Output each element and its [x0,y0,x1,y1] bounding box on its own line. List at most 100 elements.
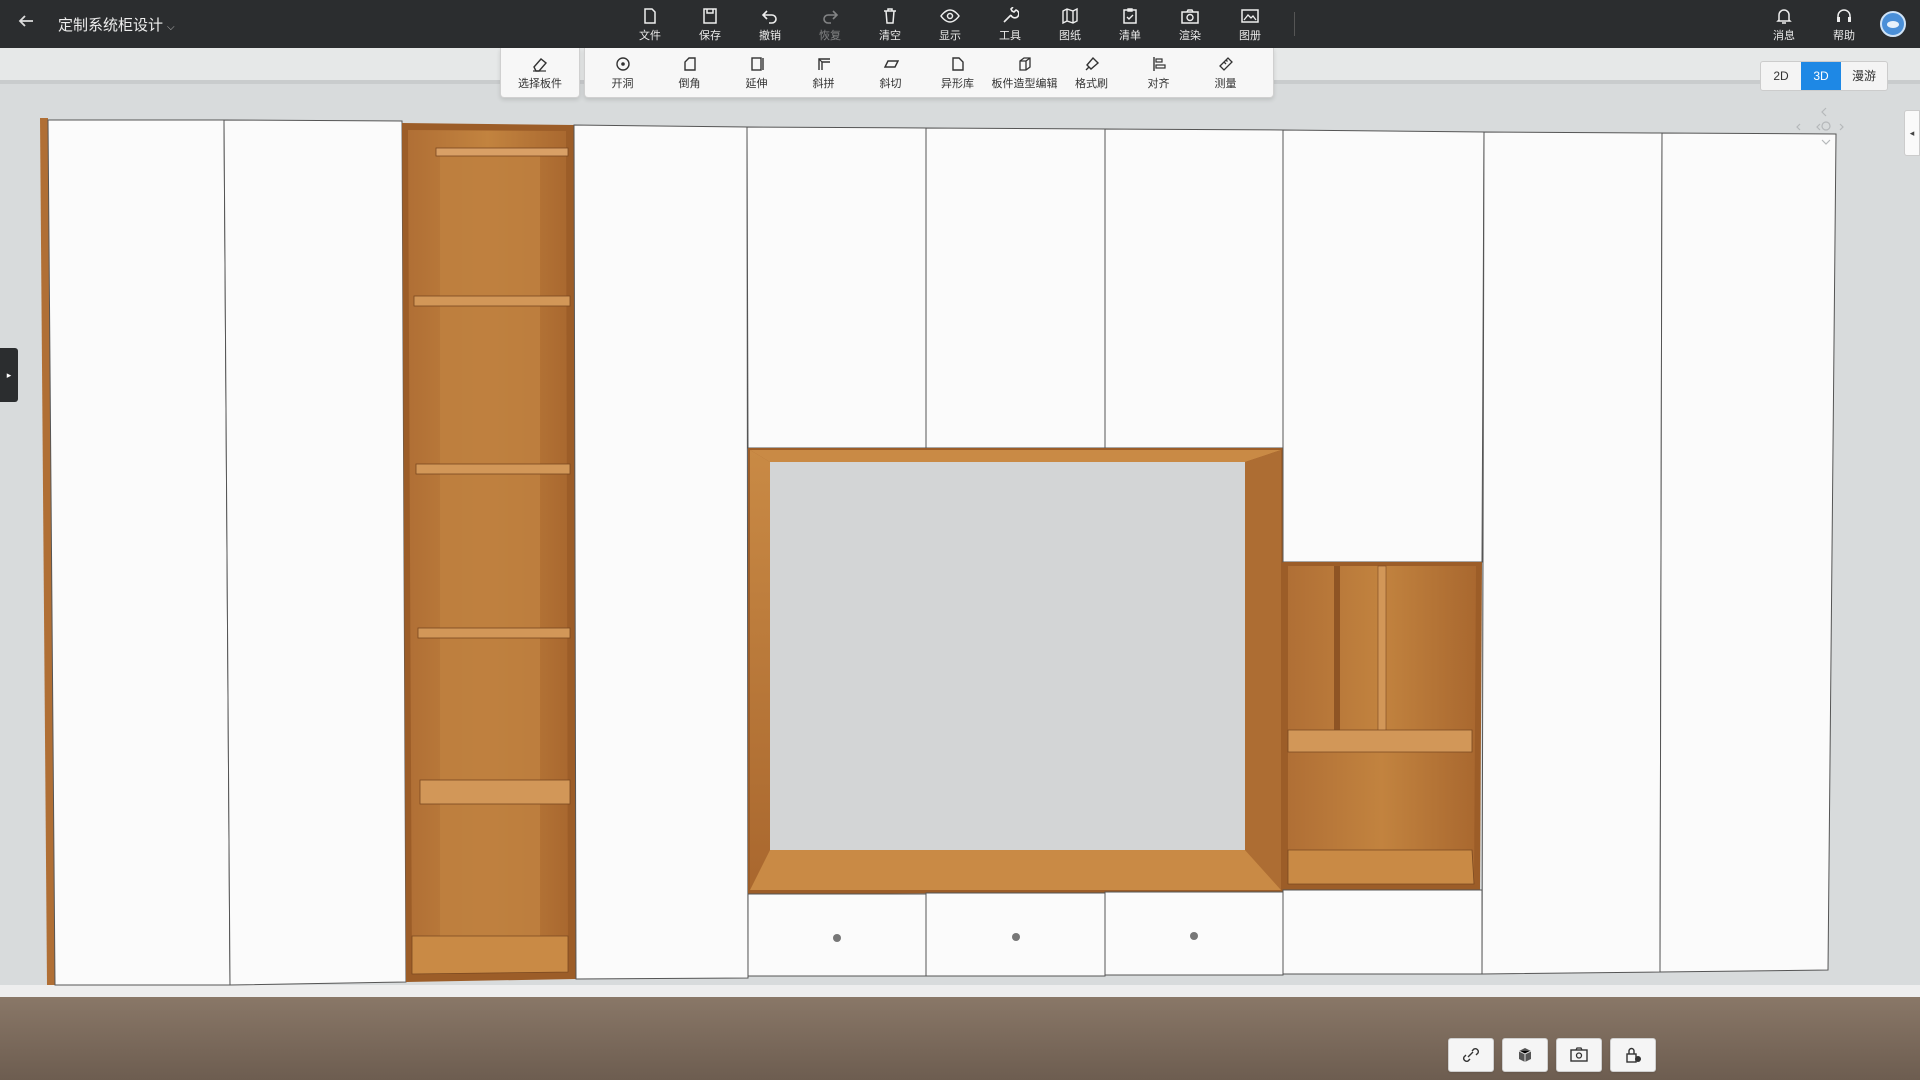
miter-join-label: 斜拼 [812,78,835,90]
drawings-label: 图纸 [1059,29,1081,42]
tools-button[interactable]: 工具 [980,0,1040,48]
shape-library-label: 异形库 [941,78,974,90]
undo-label: 撤销 [759,29,781,42]
map-icon [1060,6,1080,26]
drawer-knob [1012,933,1020,941]
lock-tool-button[interactable] [1610,1038,1656,1072]
cabinet-3d-viewport[interactable] [0,48,1920,1080]
drawer-knob [833,934,841,942]
open-hole-label: 开洞 [611,78,634,90]
redo-icon [820,6,840,26]
render-label: 渲染 [1179,29,1201,42]
drawings-button[interactable]: 图纸 [1040,0,1100,48]
display-label: 显示 [939,29,961,42]
tools-label: 工具 [999,29,1021,42]
album-label: 图册 [1239,29,1261,42]
door-panel[interactable] [47,119,231,986]
render-button[interactable]: 渲染 [1160,0,1220,48]
tv-niche[interactable] [748,448,1283,894]
select-board-label: 选择板件 [518,78,562,90]
album-button[interactable]: 图册 [1220,0,1280,48]
view-walk-button[interactable]: 漫游 [1841,62,1887,90]
extend-label: 延伸 [745,78,768,90]
edit-tools-group: 开洞 倒角 延伸 斜拼 斜切 异形库 板件造型编辑 格式刷 对齐 测量 [584,48,1274,98]
clear-label: 清空 [879,29,901,42]
save-button[interactable]: 保存 [680,0,740,48]
miter-join-button[interactable]: 斜拼 [790,48,857,98]
open-cubby[interactable] [1283,562,1482,890]
arrow-left-icon [18,15,33,27]
chamfer-button[interactable]: 倒角 [656,48,723,98]
door-panel[interactable] [223,119,407,986]
redo-button[interactable]: 恢复 [800,0,860,48]
upper-door-panel[interactable] [746,126,927,449]
left-panel-toggle[interactable]: ▸ [0,348,18,402]
top-right-actions: 消息 帮助 [1754,0,1920,48]
format-brush-label: 格式刷 [1075,78,1108,90]
door-panel[interactable] [1481,131,1663,975]
upper-door-panel[interactable] [1282,129,1485,563]
measure-button[interactable]: 测量 [1192,48,1259,98]
select-group: 选择板件 [500,48,580,98]
eraser-select-icon [531,55,549,73]
list-button[interactable]: 清单 [1100,0,1160,48]
skirting-board [0,985,1920,997]
align-button[interactable]: 对齐 [1125,48,1192,98]
chevron-right-icon: ▸ [6,370,12,380]
select-board-button[interactable]: 选择板件 [501,48,579,98]
drawer-front[interactable] [1282,889,1483,975]
door-panel[interactable] [1659,132,1837,973]
bevel-cut-icon [882,55,900,73]
link-check-icon [1463,1048,1479,1062]
board-shape-edit-label: 板件造型编辑 [991,78,1058,90]
upper-door-panel[interactable] [925,127,1106,449]
door-panel[interactable] [573,124,749,980]
toolbar-divider [1294,12,1295,36]
bottom-toolbar [1448,1038,1656,1072]
view-2d-button[interactable]: 2D [1761,62,1801,90]
file-button[interactable]: 文件 [620,0,680,48]
bell-icon [1774,6,1794,26]
messages-button[interactable]: 消息 [1754,0,1814,48]
undo-button[interactable]: 撤销 [740,0,800,48]
eye-icon [940,6,960,26]
drawer-knob [1190,932,1198,940]
board-shape-edit-button[interactable]: 板件造型编辑 [991,48,1058,98]
list-label: 清单 [1119,29,1141,42]
bevel-cut-button[interactable]: 斜切 [857,48,924,98]
shape-library-icon [949,55,967,73]
app-title: 定制系统柜设计 [58,17,164,34]
view-3d-button[interactable]: 3D [1801,62,1841,90]
back-button[interactable] [14,12,38,36]
align-icon [1150,55,1168,73]
app-title-dropdown[interactable]: 定制系统柜设计 ⌵ [58,14,175,35]
file-icon [640,6,660,26]
shape-library-button[interactable]: 异形库 [924,48,991,98]
screenshot-button[interactable] [1556,1038,1602,1072]
file-label: 文件 [639,29,661,42]
top-bar: 定制系统柜设计 ⌵ 文件 保存 撤销 恢复 清空 显示 工具 图纸 清单 渲染 … [0,0,1920,48]
open-hole-button[interactable]: 开洞 [589,48,656,98]
format-brush-button[interactable]: 格式刷 [1058,48,1125,98]
chamfer-label: 倒角 [678,78,701,90]
cube-edit-icon [1016,55,1034,73]
display-button[interactable]: 显示 [920,0,980,48]
extend-button[interactable]: 延伸 [723,48,790,98]
open-shelf-column[interactable] [402,123,576,982]
clear-button[interactable]: 清空 [860,0,920,48]
save-label: 保存 [699,29,721,42]
bevel-cut-label: 斜切 [879,78,902,90]
screenshot-icon [1570,1047,1588,1062]
avatar[interactable] [1880,11,1906,37]
board-edit-toolbar: 选择板件 开洞 倒角 延伸 斜拼 斜切 异形库 板件造型编辑 格式刷 对齐 测量 [500,48,1274,98]
help-button[interactable]: 帮助 [1814,0,1874,48]
right-panel-toggle[interactable]: ◂ [1904,110,1920,156]
miter-join-icon [815,55,833,73]
upper-door-panel[interactable] [1104,128,1284,449]
help-label: 帮助 [1833,29,1855,42]
trash-icon [880,6,900,26]
link-tool-button[interactable] [1448,1038,1494,1072]
cube-view-button[interactable] [1502,1038,1548,1072]
circle-dot-icon [614,55,632,73]
cube-icon [1518,1048,1532,1062]
